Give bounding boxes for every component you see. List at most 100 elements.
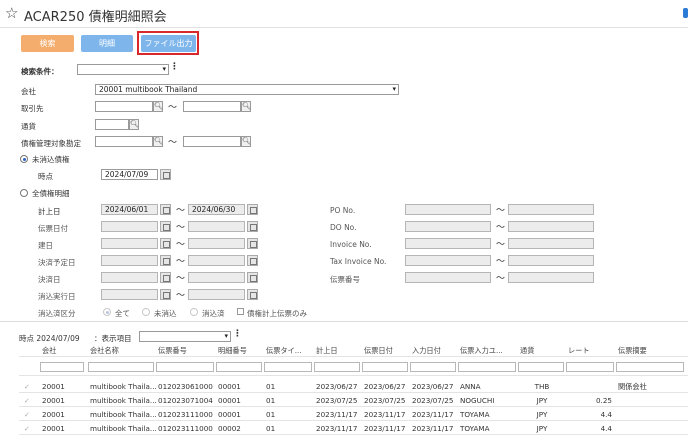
column-filter-input[interactable]	[362, 362, 408, 372]
calendar-icon[interactable]	[160, 169, 171, 180]
column-header[interactable]: レート	[568, 344, 614, 356]
kebab-menu-icon[interactable]: ⋮	[233, 329, 242, 339]
calendar-icon[interactable]	[160, 255, 171, 266]
column-header[interactable]: 会社	[42, 344, 84, 356]
uncleared-radio[interactable]	[20, 155, 28, 163]
calendar-icon[interactable]	[247, 238, 258, 249]
posting-from-input[interactable]: 2024/06/01	[101, 204, 158, 215]
search-condition-select[interactable]: ▾	[77, 64, 169, 75]
column-filter-input[interactable]	[458, 362, 516, 372]
due-date-from-input[interactable]	[101, 238, 158, 249]
column-header[interactable]: 伝票番号	[158, 344, 216, 356]
display-items-label: ：表示項目	[94, 334, 132, 343]
calendar-icon[interactable]	[160, 221, 171, 232]
settle-date-to-input[interactable]	[188, 272, 245, 283]
column-filter-input[interactable]	[156, 362, 214, 372]
settle-plan-from-input[interactable]	[101, 255, 158, 266]
column-header[interactable]: 明細番号	[218, 344, 264, 356]
cell: 関係会社	[618, 382, 647, 391]
row-check-icon[interactable]: ✓	[24, 383, 30, 391]
do-to-input[interactable]	[508, 221, 594, 232]
partner-to-input[interactable]	[183, 101, 241, 112]
clear-type-all-radio[interactable]	[103, 308, 111, 316]
column-filter-input[interactable]	[216, 362, 262, 372]
target-to-input[interactable]	[183, 136, 241, 147]
target-from-input[interactable]	[95, 136, 153, 147]
column-header[interactable]: 入力日付	[412, 344, 458, 356]
search-icon[interactable]: 🔍︎	[241, 101, 251, 112]
search-icon[interactable]: 🔍︎	[153, 136, 163, 147]
tax-invoice-from-input[interactable]	[405, 255, 491, 266]
calendar-icon[interactable]	[247, 272, 258, 283]
calendar-icon[interactable]	[160, 289, 171, 300]
po-from-input[interactable]	[405, 204, 491, 215]
due-date-to-input[interactable]	[188, 238, 245, 249]
point-date-input[interactable]: 2024/07/09	[101, 169, 158, 180]
calendar-icon[interactable]	[160, 204, 171, 215]
favorite-star-icon[interactable]: ☆	[5, 4, 18, 22]
slip-no-to-input[interactable]	[508, 272, 594, 283]
slip-date-from-input[interactable]	[101, 221, 158, 232]
column-filter-input[interactable]	[314, 362, 360, 372]
search-icon[interactable]: 🔍︎	[153, 101, 163, 112]
posting-to-input[interactable]: 2024/06/30	[188, 204, 245, 215]
target-account-label: 債権管理対象勘定	[21, 139, 81, 148]
clear-exec-from-input[interactable]	[101, 289, 158, 300]
calendar-icon[interactable]	[247, 221, 258, 232]
kebab-menu-icon[interactable]: ⋮	[170, 62, 179, 72]
search-button[interactable]: 検索	[21, 35, 74, 52]
settle-plan-to-input[interactable]	[188, 255, 245, 266]
table-row[interactable]: ✓ 20001 multibook Thaila... 012023061000…	[19, 380, 688, 393]
column-header[interactable]: 伝票日付	[364, 344, 410, 356]
panel-toggle-icon[interactable]	[683, 8, 688, 18]
po-to-input[interactable]	[508, 204, 594, 215]
search-icon[interactable]: 🔍︎	[241, 136, 251, 147]
column-filter-input[interactable]	[410, 362, 456, 372]
slip-no-from-input[interactable]	[405, 272, 491, 283]
search-icon[interactable]: 🔍︎	[129, 119, 139, 130]
all-detail-radio[interactable]	[20, 189, 28, 197]
cell: NOGUCHI	[460, 396, 495, 405]
column-filter-input[interactable]	[88, 362, 154, 372]
cell: 00001	[218, 396, 241, 405]
company-select[interactable]: 20001 multibook Thailand ▾	[95, 84, 399, 95]
column-filter-input[interactable]	[518, 362, 564, 372]
table-row[interactable]: ✓ 20001 multibook Thaila... 012023111000…	[19, 422, 688, 435]
settle-date-from-input[interactable]	[101, 272, 158, 283]
column-filter-input[interactable]	[264, 362, 312, 372]
calendar-icon[interactable]	[247, 204, 258, 215]
do-from-input[interactable]	[405, 221, 491, 232]
file-output-button[interactable]: ファイル出力	[141, 35, 196, 52]
clear-type-uncleared-radio[interactable]	[142, 308, 150, 316]
column-header[interactable]: 計上日	[316, 344, 362, 356]
calendar-icon[interactable]	[160, 238, 171, 249]
row-check-icon[interactable]: ✓	[24, 425, 30, 433]
table-row[interactable]: ✓ 20001 multibook Thaila... 012023071004…	[19, 394, 688, 407]
row-check-icon[interactable]: ✓	[24, 397, 30, 405]
column-header[interactable]: 伝票タイ...	[266, 344, 314, 356]
clear-type-cleared-radio[interactable]	[190, 308, 198, 316]
table-row[interactable]: ✓ 20001 multibook Thaila... 012023111000…	[19, 408, 688, 421]
currency-input[interactable]	[95, 119, 129, 130]
column-header[interactable]: 通貨	[520, 344, 564, 356]
invoice-to-input[interactable]	[508, 238, 594, 249]
tax-invoice-to-input[interactable]	[508, 255, 594, 266]
column-filter-input[interactable]	[616, 362, 684, 372]
row-check-icon[interactable]: ✓	[24, 411, 30, 419]
column-header[interactable]: 会社名称	[90, 344, 154, 356]
cell: JPY	[536, 396, 548, 405]
column-filter-input[interactable]	[566, 362, 614, 372]
partner-from-input[interactable]	[95, 101, 153, 112]
display-items-select[interactable]: ▾	[139, 331, 231, 342]
clear-exec-to-input[interactable]	[188, 289, 245, 300]
column-header[interactable]: 伝票入力ユ...	[460, 344, 516, 356]
invoice-from-input[interactable]	[405, 238, 491, 249]
slip-date-to-input[interactable]	[188, 221, 245, 232]
column-filter-input[interactable]	[40, 362, 84, 372]
calendar-icon[interactable]	[247, 289, 258, 300]
column-header[interactable]: 伝票摘要	[618, 344, 686, 356]
only-posted-checkbox[interactable]	[237, 308, 244, 315]
detail-button[interactable]: 明細	[81, 35, 133, 52]
calendar-icon[interactable]	[160, 272, 171, 283]
calendar-icon[interactable]	[247, 255, 258, 266]
